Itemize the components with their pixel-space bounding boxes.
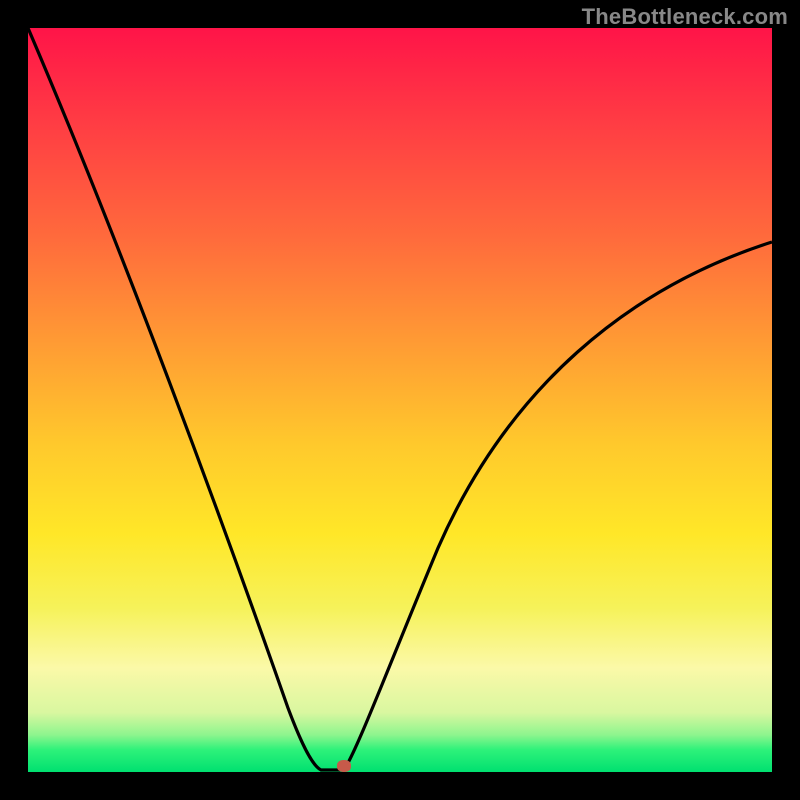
curve-path xyxy=(28,28,772,770)
watermark-text: TheBottleneck.com xyxy=(582,4,788,30)
plot-area xyxy=(28,28,772,772)
chart-frame: TheBottleneck.com xyxy=(0,0,800,800)
minimum-marker xyxy=(337,760,351,772)
bottleneck-curve xyxy=(28,28,772,772)
